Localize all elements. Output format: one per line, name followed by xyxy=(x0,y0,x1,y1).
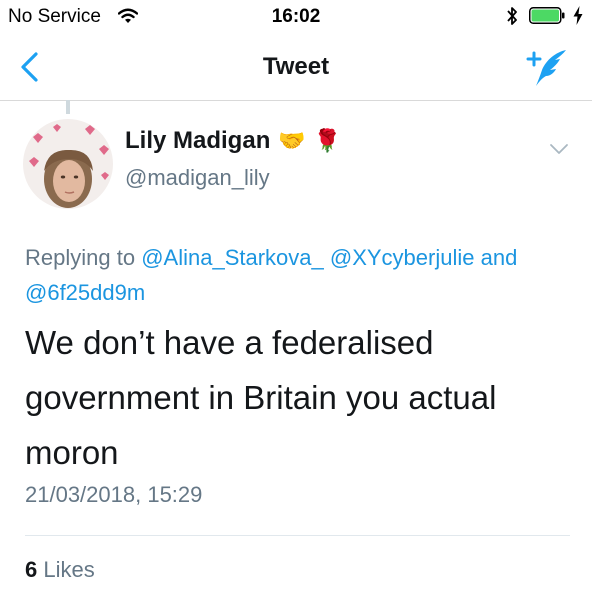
likes-count: 6 xyxy=(25,557,38,582)
page-title: Tweet xyxy=(262,53,330,80)
status-bar: No Service 16:02 xyxy=(0,0,592,34)
author-name-row[interactable]: Lily Madigan 🤝 🌹 xyxy=(125,127,341,155)
handshake-emoji: 🤝 xyxy=(278,128,306,153)
author-handle[interactable]: @madigan_lily xyxy=(125,165,270,191)
likes-stat[interactable]: 6 Likes xyxy=(25,557,95,583)
tweet-text: We don’t have a federalised government i… xyxy=(25,324,497,471)
likes-label: Likes xyxy=(43,557,95,582)
tweet-timestamp: 21/03/2018, 15:29 xyxy=(25,482,203,507)
rose-emoji: 🌹 xyxy=(313,128,342,153)
author-display-name[interactable]: Lily Madigan xyxy=(125,127,270,155)
status-time: 16:02 xyxy=(271,6,321,27)
compose-tweet-icon[interactable] xyxy=(526,48,568,88)
avatar[interactable] xyxy=(23,119,113,209)
reply-conjunction: and xyxy=(480,245,518,270)
mention-link[interactable]: @Alina_Starkova_ xyxy=(141,245,324,270)
chevron-down-icon[interactable] xyxy=(549,142,569,156)
reply-context: Replying to @Alina_Starkova_ @XYcyberjul… xyxy=(25,240,575,310)
thread-connector-line xyxy=(66,100,70,114)
battery-icon xyxy=(529,7,565,24)
replying-to-label: Replying to xyxy=(25,245,136,270)
divider xyxy=(25,535,570,536)
mention-link[interactable]: @XYcyberjulie xyxy=(330,245,475,270)
nav-bar: Tweet xyxy=(0,34,592,101)
charging-icon xyxy=(573,6,583,25)
bluetooth-icon xyxy=(507,7,517,25)
mention-link[interactable]: @6f25dd9m xyxy=(25,280,145,305)
